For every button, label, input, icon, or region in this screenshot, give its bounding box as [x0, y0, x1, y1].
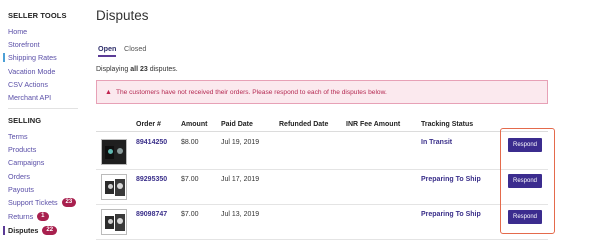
- sidebar-item-csv-actions[interactable]: CSV Actions: [8, 80, 48, 89]
- amount-cell: $7.00: [181, 176, 199, 183]
- sidebar-item-vacation-mode[interactable]: Vacation Mode: [8, 67, 55, 76]
- disputes-count-badge: 22: [42, 226, 58, 235]
- column-header-amount: Amount: [181, 121, 208, 128]
- alert-text: The customers have not received their or…: [115, 88, 387, 96]
- sidebar-item-label: Support Tickets: [8, 198, 58, 207]
- respond-button[interactable]: Respond: [508, 138, 542, 152]
- product-thumbnail: [101, 209, 127, 235]
- warning-icon: ▲: [105, 88, 112, 96]
- sidebar-item-label: Merchant API: [8, 93, 52, 102]
- displaying-suffix: disputes.: [147, 66, 178, 73]
- sidebar: SELLER TOOLS Home Storefront Shipping Ra…: [0, 0, 84, 243]
- sidebar-item-disputes[interactable]: Disputes 22: [3, 226, 58, 235]
- sidebar-item-label: Products: [8, 145, 37, 154]
- sidebar-item-label: Home: [8, 27, 28, 36]
- sidebar-item-label: Orders: [8, 172, 30, 181]
- sidebar-item-label: CSV Actions: [8, 80, 48, 89]
- sidebar-item-orders[interactable]: Orders: [8, 172, 30, 181]
- sidebar-item-payouts[interactable]: Payouts: [8, 185, 34, 194]
- column-header-inr-fee-amount: INR Fee Amount: [346, 121, 401, 128]
- order-number-link[interactable]: 89414250: [136, 139, 167, 146]
- sidebar-item-support-tickets[interactable]: Support Tickets 23: [8, 198, 77, 207]
- tracking-status-cell: In Transit: [421, 139, 453, 146]
- sidebar-item-label: Campaigns: [8, 158, 45, 167]
- sidebar-divider: [8, 108, 78, 109]
- respond-button[interactable]: Respond: [508, 174, 542, 188]
- sidebar-item-merchant-api[interactable]: Merchant API: [8, 93, 51, 102]
- row-divider: [96, 204, 548, 205]
- displaying-count: all 23: [130, 66, 148, 73]
- amount-cell: $7.00: [181, 211, 199, 218]
- displaying-prefix: Displaying: [96, 66, 131, 73]
- sidebar-item-storefront[interactable]: Storefront: [8, 40, 40, 49]
- displaying-count-text: Displaying all 23 disputes.: [96, 66, 178, 73]
- seller-tools-heading: SELLER TOOLS: [8, 11, 67, 20]
- sidebar-item-shipping-rates[interactable]: Shipping Rates: [3, 53, 57, 62]
- sidebar-item-label: Shipping Rates: [8, 53, 57, 62]
- sidebar-item-label: Terms: [8, 132, 28, 141]
- respond-button[interactable]: Respond: [508, 210, 542, 224]
- sidebar-item-home[interactable]: Home: [8, 27, 27, 36]
- order-number-link[interactable]: 89295350: [136, 176, 167, 183]
- tab-closed[interactable]: Closed: [124, 44, 146, 53]
- alert-banner: ▲ The customers have not received their …: [96, 80, 548, 104]
- sidebar-item-label: Storefront: [8, 40, 40, 49]
- sidebar-item-label: Vacation Mode: [8, 67, 56, 76]
- table-header-divider: [96, 131, 548, 132]
- page-title: Disputes: [96, 8, 149, 23]
- product-thumbnail: [101, 174, 127, 200]
- sidebar-item-label: Returns: [8, 212, 34, 221]
- sidebar-item-returns[interactable]: Returns 1: [8, 212, 49, 221]
- tab-open[interactable]: Open: [98, 44, 117, 57]
- tracking-status-cell: Preparing To Ship: [421, 211, 481, 218]
- column-header-paid-date: Paid Date: [221, 121, 253, 128]
- tracking-status-cell: Preparing To Ship: [421, 176, 481, 183]
- column-header-order: Order #: [136, 121, 161, 128]
- returns-count-badge: 1: [37, 212, 49, 221]
- selling-heading: SELLING: [8, 116, 42, 125]
- paid-date-cell: Jul 19, 2019: [221, 139, 260, 146]
- sidebar-item-products[interactable]: Products: [8, 145, 36, 154]
- support-tickets-count-badge: 23: [61, 198, 77, 207]
- column-header-refunded-date: Refunded Date: [279, 121, 329, 128]
- sidebar-item-label: Payouts: [8, 185, 34, 194]
- product-thumbnail: [101, 139, 127, 165]
- sidebar-item-label: Disputes: [8, 226, 39, 235]
- column-header-tracking-status: Tracking Status: [421, 121, 474, 128]
- order-number-link[interactable]: 89098747: [136, 211, 167, 218]
- row-divider: [96, 169, 548, 170]
- row-divider: [96, 239, 548, 240]
- sidebar-item-terms[interactable]: Terms: [8, 132, 28, 141]
- sidebar-item-campaigns[interactable]: Campaigns: [8, 158, 44, 167]
- paid-date-cell: Jul 17, 2019: [221, 176, 260, 183]
- amount-cell: $8.00: [181, 139, 199, 146]
- paid-date-cell: Jul 13, 2019: [221, 211, 260, 218]
